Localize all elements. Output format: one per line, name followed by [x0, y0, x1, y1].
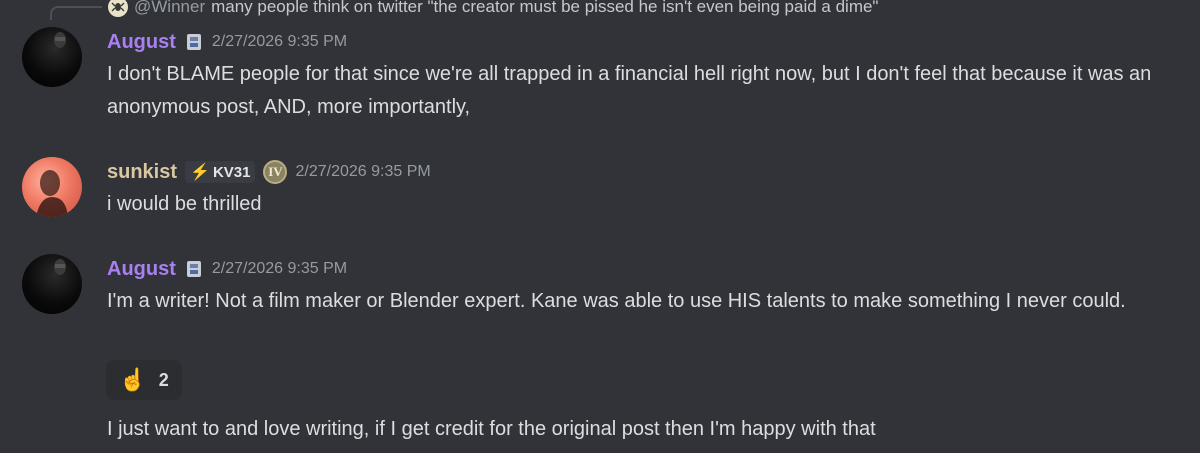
- reply-preview[interactable]: @Winner many people think on twitter "th…: [108, 0, 878, 17]
- avatar-figure-icon: [54, 259, 66, 275]
- message-content: I'm a writer! Not a film maker or Blende…: [107, 290, 1126, 312]
- message-content: I just want to and love writing, if I ge…: [107, 418, 876, 440]
- message-header: August 2/27/2026 9:35 PM: [107, 256, 347, 282]
- username[interactable]: August: [107, 258, 176, 281]
- bug-icon: [111, 2, 125, 12]
- timestamp[interactable]: 2/27/2026 9:35 PM: [212, 260, 347, 278]
- reaction-button[interactable]: ☝ 2: [106, 360, 182, 400]
- timestamp[interactable]: 2/27/2026 9:35 PM: [212, 33, 347, 51]
- username[interactable]: August: [107, 31, 176, 54]
- avatar-figure-icon: [54, 32, 66, 48]
- reply-text[interactable]: many people think on twitter "the creato…: [211, 0, 878, 17]
- username[interactable]: sunkist: [107, 161, 177, 184]
- message-content: I don't BLAME people for that since we'r…: [107, 63, 1152, 118]
- level-badge[interactable]: IV: [263, 160, 288, 184]
- message-content: i would be thrilled: [107, 193, 262, 215]
- pointing-up-icon: ☝: [119, 367, 147, 392]
- avatar[interactable]: [22, 27, 82, 87]
- avatar[interactable]: [22, 157, 82, 217]
- avatar-figure-icon: [36, 170, 68, 217]
- reaction-count: 2: [158, 369, 169, 390]
- message-header: August 2/27/2026 9:35 PM: [107, 29, 347, 55]
- avatar[interactable]: [22, 254, 82, 314]
- lightning-icon: ⚡: [190, 164, 210, 181]
- timestamp[interactable]: 2/27/2026 9:35 PM: [295, 163, 430, 181]
- reply-author[interactable]: @Winner: [134, 0, 205, 17]
- reply-spine: [50, 6, 102, 20]
- message-header: sunkist ⚡ KV31 IV 2/27/2026 9:35 PM: [107, 159, 431, 185]
- server-tag-label: KV31: [212, 163, 251, 181]
- reply-avatar: [108, 0, 128, 17]
- role-icon[interactable]: [184, 31, 204, 53]
- role-icon[interactable]: [184, 258, 204, 280]
- server-tag[interactable]: ⚡ KV31: [185, 161, 256, 183]
